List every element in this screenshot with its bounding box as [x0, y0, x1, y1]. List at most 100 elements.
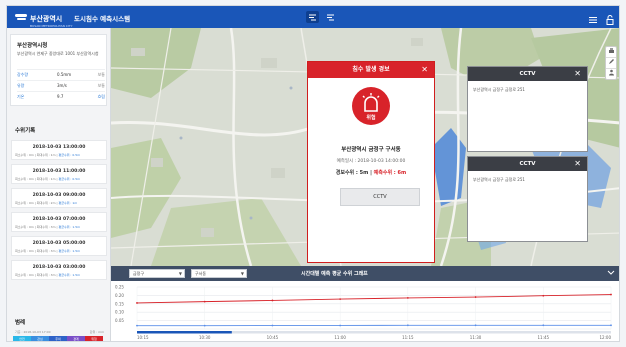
legend-unit: 단위 : mm: [89, 330, 104, 334]
location-info-card: 부산광역시청 부산광역시 연제구 중앙대로 1001 부산광역시청 강수량 0.…: [10, 34, 107, 106]
info-row: 기온 9.7 흐림: [17, 91, 105, 100]
timeline-progress: [137, 331, 232, 334]
alert-location: 부산광역시 금정구 구서동: [341, 147, 401, 153]
district-select[interactable]: 금정구 ▼: [129, 269, 185, 278]
record-time: 2018-10-03 13:00:00: [32, 145, 86, 150]
alert-close-button[interactable]: ✕: [421, 62, 428, 78]
dong-select-value: 구서동: [195, 271, 207, 276]
edit-icon: [608, 59, 614, 64]
dong-select[interactable]: 구서동 ▼: [191, 269, 247, 278]
record-item[interactable]: 2018-10-03 13:00:00 최소수위 : 0m | 최대수위 : 1…: [11, 140, 107, 160]
cctv-header: CCTV ✕: [468, 157, 587, 171]
logo-text: 부산광역시: [30, 15, 63, 23]
alert-levels: 경보수위 : 5m | 예측수위 : 6m: [308, 169, 434, 176]
cctv-close-button[interactable]: ✕: [574, 67, 581, 81]
chevron-down-icon: ▼: [240, 271, 244, 276]
record-time: 2018-10-03 03:00:00: [32, 265, 86, 270]
cctv-title: CCTV: [519, 161, 536, 167]
record-item[interactable]: 2018-10-03 03:00:00 최소수위 : 0m | 최대수위 : 3…: [11, 260, 107, 280]
record-time: 2018-10-03 09:00:00: [32, 193, 86, 198]
legend-item: 관심: [31, 336, 49, 341]
warning-level: 경보수위 : 5m: [335, 170, 369, 176]
cctv-close-button[interactable]: ✕: [574, 157, 581, 171]
record-detail: 최소수위 : 0m | 최대수위 : 1m | 평균수위 : 0.5m: [15, 153, 81, 157]
city-logo[interactable]: 부산광역시 BUSAN METROPOLITAN CITY: [15, 11, 72, 28]
info-row: 유량 3m/s 보통: [17, 80, 105, 89]
location-name: 부산광역시청: [17, 43, 48, 49]
info-row-key: 유량: [17, 83, 25, 88]
sidebar: 부산광역시청 부산광역시 연제구 중앙대로 1001 부산광역시청 강수량 0.…: [7, 28, 111, 341]
map-view-toggle[interactable]: [306, 11, 319, 23]
x-tick-label: 11:15: [402, 335, 414, 340]
record-item[interactable]: 2018-10-03 05:00:00 최소수위 : 0m | 최대수위 : 3…: [11, 236, 107, 256]
map-view[interactable]: 침수 발생 경보 ✕ 위험 부산광역시 금정구 구서동 예측일시 : 2018-…: [111, 28, 619, 266]
list-view-toggle[interactable]: [324, 11, 337, 23]
y-tick-label: 0.10: [115, 310, 124, 315]
series-point: [542, 324, 545, 327]
alert-title: 침수 발생 경보: [352, 66, 390, 73]
legend-item: 위험: [85, 336, 103, 341]
predicted-level: 예측수위 : 6m: [373, 170, 407, 176]
series-point: [203, 300, 206, 303]
city-logo-icon: [15, 12, 27, 22]
alert-siren: 위험: [352, 87, 390, 125]
records-title: 수위기록: [15, 128, 36, 134]
chart-panel: 금정구 ▼ 구서동 ▼ 시간대별 예측 평균 수위 그래프 0.25 0.20 0.…: [111, 266, 619, 341]
cctv-window: CCTV ✕ 부산광역시 금정구 금정로 251: [467, 66, 588, 152]
map-tools: [605, 46, 617, 80]
series-point: [203, 324, 206, 327]
info-row-key: 강수량: [17, 72, 29, 77]
series-point: [474, 296, 477, 298]
print-button[interactable]: [606, 47, 616, 58]
x-tick-label: 10:30: [199, 335, 211, 340]
record-detail: 최소수위 : 0m | 최대수위 : 3m | 평균수위 : 1.5m: [15, 273, 81, 277]
series-point: [271, 324, 274, 327]
record-detail: 최소수위 : 0m | 최대수위 : 2m | 평균수위 : 1m: [15, 201, 78, 205]
record-item[interactable]: 2018-10-03 09:00:00 최소수위 : 0m | 최대수위 : 2…: [11, 188, 107, 208]
series-point: [339, 298, 342, 300]
y-tick-label: 0.05: [115, 318, 124, 323]
x-tick-label: 11:45: [538, 335, 550, 340]
record-detail: 최소수위 : 0m | 최대수위 : 1m | 평균수위 : 0.5m: [15, 177, 81, 181]
app-frame: 부산광역시 BUSAN METROPOLITAN CITY 도시침수 예측시스템: [6, 5, 620, 342]
lock-button[interactable]: [604, 11, 616, 25]
edit-button[interactable]: [606, 58, 616, 69]
alert-level-label: 위험: [366, 115, 376, 121]
info-row-status: 보통: [97, 83, 105, 88]
series-point: [406, 324, 409, 327]
district-select-value: 금정구: [133, 271, 145, 276]
record-time: 2018-10-03 07:00:00: [32, 217, 86, 222]
collapse-button[interactable]: [607, 268, 615, 278]
record-item[interactable]: 2018-10-03 07:00:00 최소수위 : 0m | 최대수위 : 3…: [11, 212, 107, 232]
chevron-down-icon: ▼: [178, 271, 182, 276]
legend-item: 경계: [67, 336, 85, 341]
flood-alert-popup: 침수 발생 경보 ✕ 위험 부산광역시 금정구 구서동 예측일시 : 2018-…: [307, 61, 435, 263]
map-view-icon: [309, 14, 316, 20]
person-button[interactable]: [606, 69, 616, 80]
chart-filter-bar: 금정구 ▼ 구서동 ▼ 시간대별 예측 평균 수위 그래프: [111, 266, 619, 281]
legend-bar: 안전 관심 주의 경계 위험: [13, 336, 103, 341]
series-point: [406, 297, 409, 299]
info-row: 강수량 0.5mm 보통: [17, 69, 105, 78]
info-row-value: 3m/s: [57, 83, 67, 88]
record-time: 2018-10-03 11:00:00: [32, 169, 86, 174]
record-detail: 최소수위 : 0m | 최대수위 : 3m | 평균수위 : 1.5m: [15, 225, 81, 229]
cctv-button[interactable]: CCTV: [340, 188, 420, 206]
water-level-chart: 0.25 0.20 0.15 0.10 0.05 10:15 10:30 10:45 11:00…: [115, 285, 612, 340]
info-row-status: 흐림: [97, 94, 105, 99]
print-icon: [608, 48, 614, 53]
record-item[interactable]: 2018-10-03 11:00:00 최소수위 : 0m | 최대수위 : 1…: [11, 164, 107, 184]
y-tick-label: 0.25: [115, 285, 124, 290]
menu-button[interactable]: [587, 11, 599, 23]
y-tick-label: 0.15: [115, 301, 124, 306]
info-row-key: 기온: [17, 94, 25, 99]
info-row-status: 보통: [97, 72, 105, 77]
record-time: 2018-10-03 05:00:00: [32, 241, 86, 246]
location-address: 부산광역시 연제구 중앙대로 1001 부산광역시청: [17, 51, 99, 56]
legend-title: 범례: [15, 320, 26, 326]
legend-item: 안전: [13, 336, 31, 341]
series-point: [136, 324, 138, 327]
person-icon: [608, 69, 614, 76]
x-tick-label: 10:15: [137, 335, 149, 340]
series-point: [136, 302, 138, 304]
